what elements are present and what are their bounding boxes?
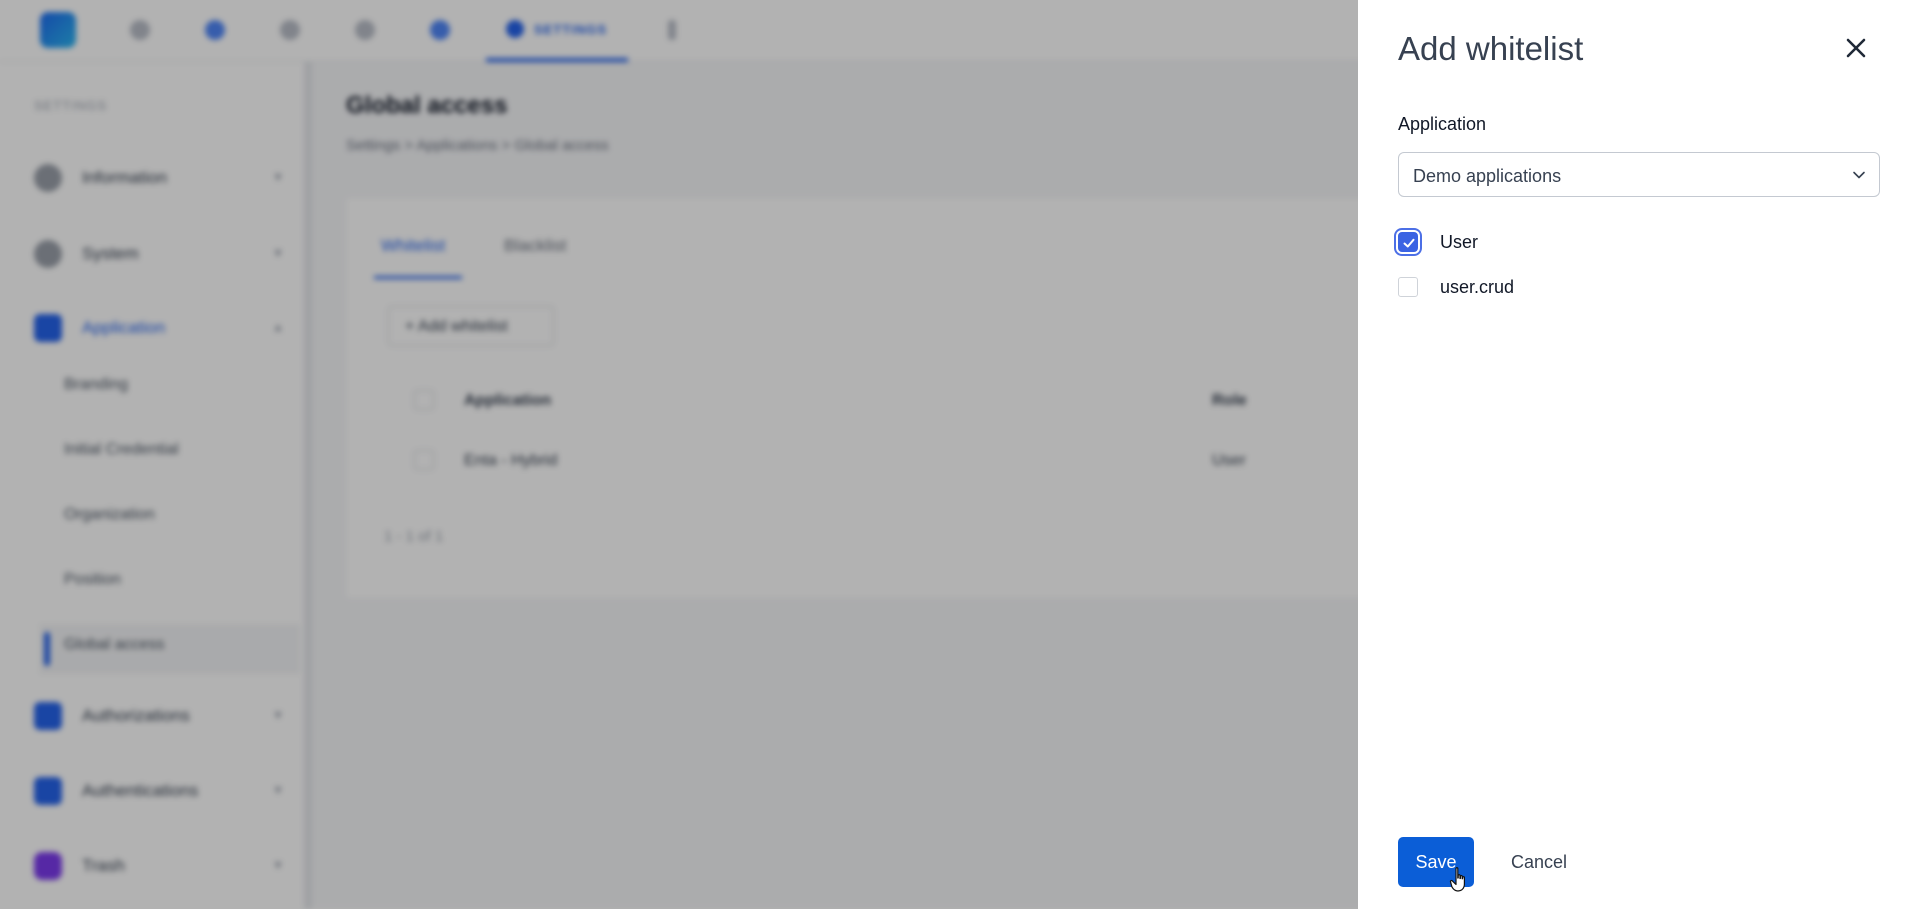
save-button[interactable]: Save xyxy=(1398,837,1474,887)
application-select-value: Demo applications xyxy=(1413,166,1562,186)
chevron-down-icon xyxy=(1853,171,1865,179)
close-icon xyxy=(1846,38,1866,58)
option-user[interactable]: User xyxy=(1394,225,1694,257)
user-checkbox[interactable] xyxy=(1398,232,1418,252)
checkmark-icon xyxy=(1403,238,1415,248)
user-crud-checkbox[interactable] xyxy=(1398,277,1418,297)
application-label: Application xyxy=(1398,114,1487,134)
cancel-button[interactable]: Cancel xyxy=(1498,837,1580,887)
drawer-title: Add whitelist xyxy=(1398,30,1584,67)
add-whitelist-drawer: Add whitelist Application Demo applicati… xyxy=(1358,0,1918,909)
modal-overlay[interactable] xyxy=(0,0,1358,909)
option-user-crud[interactable]: user.crud xyxy=(1394,270,1694,302)
option-label: User xyxy=(1440,232,1479,252)
option-label: user.crud xyxy=(1440,277,1515,297)
close-button[interactable] xyxy=(1838,30,1874,66)
application-select[interactable]: Demo applications xyxy=(1398,152,1880,197)
